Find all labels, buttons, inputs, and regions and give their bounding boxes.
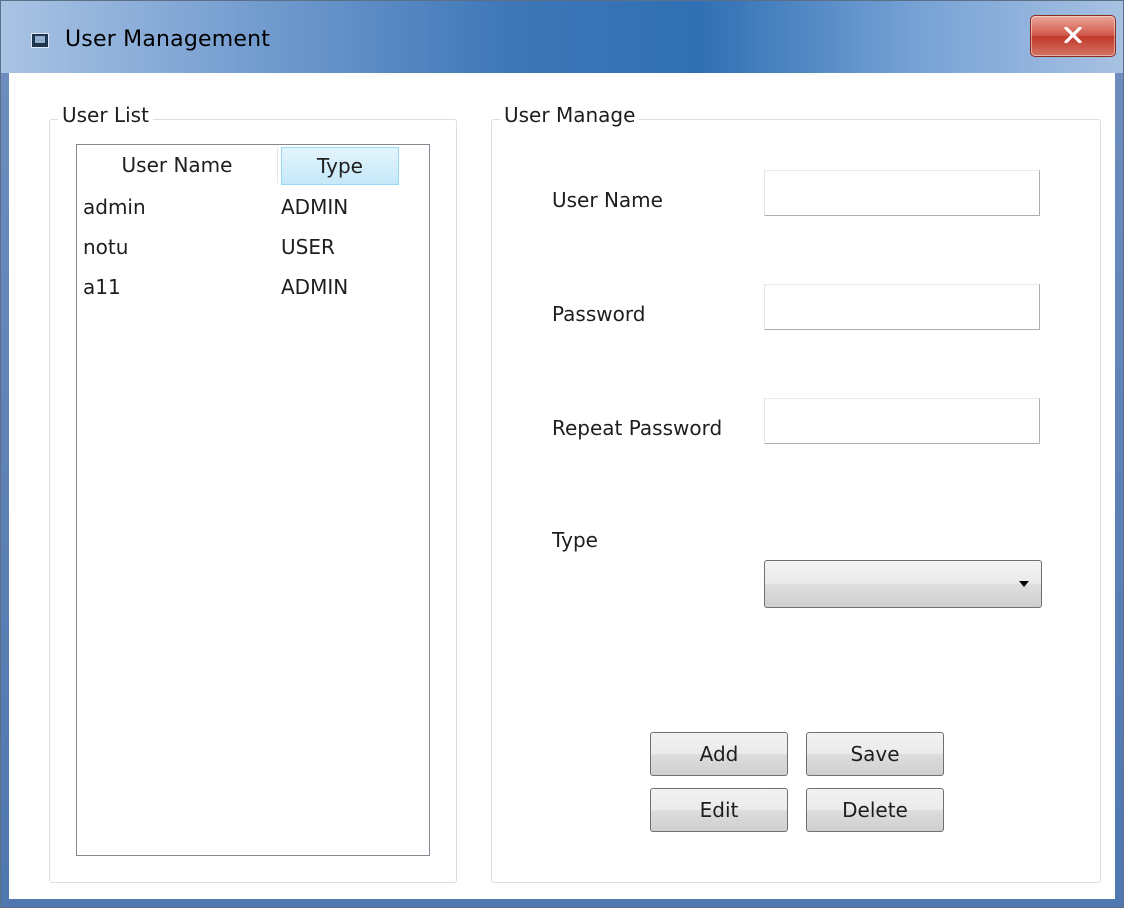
chevron-down-icon xyxy=(1019,581,1029,587)
title-bar[interactable]: User Management xyxy=(1,1,1123,73)
save-button[interactable]: Save xyxy=(806,732,944,776)
user-name-field[interactable] xyxy=(764,170,1040,216)
delete-button[interactable]: Delete xyxy=(806,788,944,832)
user-management-window: User Management User List User Name Type… xyxy=(0,0,1124,908)
window-title: User Management xyxy=(65,27,271,52)
table-row[interactable]: admin ADMIN xyxy=(77,195,429,235)
user-list-group-label: User List xyxy=(58,103,153,127)
user-name-cell: a11 xyxy=(83,275,121,299)
user-list-view[interactable]: User Name Type admin ADMIN notu USER a11… xyxy=(76,144,430,856)
user-name-cell: admin xyxy=(83,195,146,219)
column-header-user-name[interactable]: User Name xyxy=(77,147,278,183)
column-header-type[interactable]: Type xyxy=(281,147,399,185)
table-row[interactable]: notu USER xyxy=(77,235,429,275)
user-manage-group: User Manage User Name Password Repeat Pa… xyxy=(491,103,1101,883)
app-icon xyxy=(31,33,49,48)
list-header: User Name Type xyxy=(77,145,429,185)
dialog-client-area: User List User Name Type admin ADMIN not… xyxy=(9,73,1115,899)
user-name-cell: notu xyxy=(83,235,129,259)
table-row[interactable]: a11 ADMIN xyxy=(77,275,429,315)
type-select[interactable] xyxy=(764,560,1042,608)
repeat-password-label: Repeat Password xyxy=(552,416,723,440)
user-name-label: User Name xyxy=(552,188,663,212)
user-rows: admin ADMIN notu USER a11 ADMIN xyxy=(77,195,429,315)
password-label: Password xyxy=(552,302,646,326)
user-list-group: User List User Name Type admin ADMIN not… xyxy=(49,103,457,883)
add-button[interactable]: Add xyxy=(650,732,788,776)
close-button[interactable] xyxy=(1030,15,1116,57)
user-type-cell: USER xyxy=(281,235,335,259)
edit-button[interactable]: Edit xyxy=(650,788,788,832)
user-type-cell: ADMIN xyxy=(281,195,349,219)
repeat-password-field[interactable] xyxy=(764,398,1040,444)
close-icon xyxy=(1064,27,1082,43)
user-type-cell: ADMIN xyxy=(281,275,349,299)
password-field[interactable] xyxy=(764,284,1040,330)
type-label: Type xyxy=(552,528,598,552)
user-manage-group-label: User Manage xyxy=(500,103,640,127)
